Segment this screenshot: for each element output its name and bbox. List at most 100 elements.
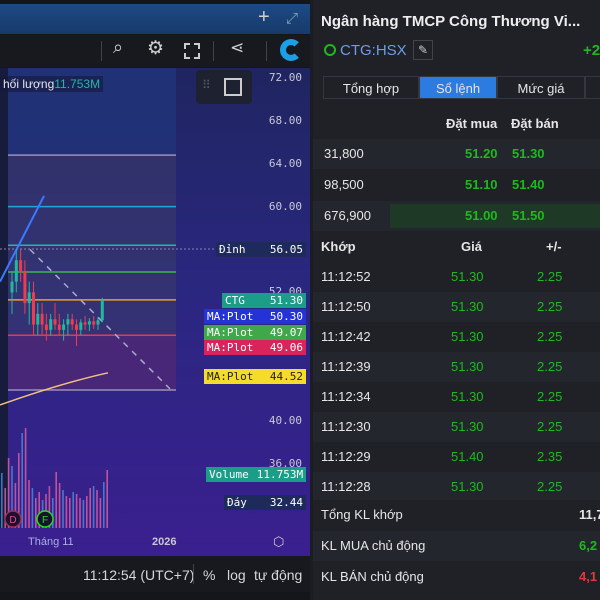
trade-row: 11:12:50 51.30 2.25 xyxy=(313,292,600,322)
price-axis-label: 64.00 xyxy=(268,156,302,170)
trade-price: 51.30 xyxy=(451,479,484,494)
volume: 676,900 xyxy=(324,208,371,223)
tag-label: MA:Plot xyxy=(207,341,254,355)
candle xyxy=(57,324,61,330)
ask-header: Đặt bán xyxy=(511,116,559,131)
summary-label: KL BÁN chủ động xyxy=(321,569,424,584)
trade-row: 11:12:39 51.30 2.25 xyxy=(313,352,600,382)
summary-row: KL MUA chủ động 6,2 xyxy=(313,531,600,561)
tab[interactable]: Sổ lệnh xyxy=(419,76,497,99)
trade-change: 2.25 xyxy=(537,389,563,404)
percent-toggle[interactable]: % xyxy=(203,567,215,583)
volume-legend: hối lượng11.753M xyxy=(0,76,104,92)
trade-row: 11:12:29 51.40 2.35 xyxy=(313,442,600,472)
tag-value: 11.753M xyxy=(256,467,304,481)
trade-price: 51.30 xyxy=(451,329,484,344)
order-book-row: 676,900 51.00 51.50 xyxy=(313,201,600,231)
trade-change: 2.25 xyxy=(537,359,563,374)
candle xyxy=(75,324,78,330)
trades-header: Khớp Giá +/- xyxy=(313,232,600,262)
summary-row: KL BÁN chủ động 4,1 xyxy=(313,562,600,592)
volume-bar xyxy=(72,492,74,528)
volume-legend-value: 11.753M xyxy=(54,77,101,91)
summary-value: 11,7 xyxy=(579,507,600,522)
company-name: Ngân hàng TMCP Công Thương Vi... xyxy=(321,13,581,30)
time-label: 2026 xyxy=(152,536,177,548)
tag-value: 56.05 xyxy=(269,242,303,256)
add-icon[interactable]: + xyxy=(258,6,270,29)
change-header: +/- xyxy=(546,239,562,254)
edit-icon[interactable]: ✎ xyxy=(413,40,433,60)
trade-row: 11:12:28 51.30 2.25 xyxy=(313,472,600,502)
left-strip xyxy=(0,68,8,528)
trade-row: 11:12:30 51.30 2.25 xyxy=(313,412,600,442)
volume-bar xyxy=(103,482,105,528)
trade-change: 2.25 xyxy=(537,479,563,494)
rectangle-tool-icon[interactable] xyxy=(224,78,242,96)
order-book-row: 98,500 51.10 51.40 xyxy=(313,170,600,200)
candle xyxy=(83,322,87,325)
volume-bar xyxy=(31,488,34,528)
summary-value: 6,2 xyxy=(579,538,598,553)
price-tag-ma4: MA:Plot 44.52 xyxy=(204,369,306,385)
fullscreen-icon[interactable] xyxy=(184,43,200,59)
trade-row: 11:12:34 51.30 2.25 xyxy=(313,382,600,412)
candle xyxy=(14,260,18,282)
volume-bar xyxy=(28,480,30,528)
log-toggle[interactable]: log xyxy=(227,567,246,583)
candle xyxy=(70,319,74,325)
auto-toggle[interactable]: tự động xyxy=(254,567,302,583)
volume-bar xyxy=(82,500,85,528)
trade-change: 2.25 xyxy=(537,269,563,284)
price-axis-label: 68.00 xyxy=(268,113,302,127)
bid-price: 51.20 xyxy=(465,146,498,161)
trade-change: 2.25 xyxy=(537,299,563,314)
trade-row: 11:12:42 51.30 2.25 xyxy=(313,322,600,352)
status-icon xyxy=(324,44,336,56)
share-icon[interactable]: ⋖ xyxy=(230,38,244,58)
candle xyxy=(40,313,44,325)
tag-value: 44.52 xyxy=(269,370,303,384)
candle xyxy=(44,324,48,330)
chart-header: + ⤢ xyxy=(0,4,310,34)
trade-price: 51.30 xyxy=(451,269,484,284)
price-tag-ma1: MA:Plot 50.30 xyxy=(204,308,306,324)
tab[interactable]: Mức giá xyxy=(497,76,585,99)
volume-legend-label: hối lượng xyxy=(3,77,55,91)
gear-icon[interactable]: ⚙ xyxy=(147,37,164,60)
volume: 31,800 xyxy=(324,146,364,161)
expand-icon[interactable]: ⤢ xyxy=(286,10,298,27)
volume-bar xyxy=(58,483,61,528)
axis-settings-icon[interactable]: ⬡ xyxy=(273,534,284,550)
tab[interactable] xyxy=(585,76,600,99)
volume-bar xyxy=(1,473,3,528)
symbol-link[interactable]: CTG:HSX xyxy=(340,42,407,59)
trade-price: 51.30 xyxy=(451,359,484,374)
trade-time: 11:12:52 xyxy=(321,269,371,284)
candle xyxy=(23,270,27,304)
bid-price: 51.00 xyxy=(465,208,498,223)
volume: 98,500 xyxy=(324,177,364,192)
clock: 11:12:54 (UTC+7) xyxy=(83,567,195,583)
price-chart[interactable]: DF hối lượng11.753M ⠿ 72.00 68.00 64.00 60.… xyxy=(0,68,310,556)
candle xyxy=(49,319,53,330)
trade-price: 51.30 xyxy=(451,299,484,314)
trade-time: 11:12:30 xyxy=(321,419,371,434)
summary-label: Tổng KL khớp xyxy=(321,507,403,522)
volume-bar xyxy=(69,498,71,528)
tab[interactable]: Tổng hợp xyxy=(323,76,419,99)
trade-time: 11:12:50 xyxy=(321,299,371,314)
volume-bar xyxy=(62,490,64,528)
quick-search-icon[interactable]: ⌕ xyxy=(113,37,123,58)
candle xyxy=(62,324,66,330)
candle xyxy=(10,281,14,293)
price-tag-dinh: Đỉnh 56.05 xyxy=(216,241,306,257)
trade-time: 11:12:39 xyxy=(321,359,371,374)
drag-handle-icon[interactable]: ⠿ xyxy=(202,78,211,92)
order-book-row: 31,800 51.20 51.30 xyxy=(313,139,600,169)
ask-price: 51.30 xyxy=(512,146,545,161)
tag-label: CTG xyxy=(225,293,245,307)
trade-price: 51.30 xyxy=(451,419,484,434)
trade-change: 2.25 xyxy=(537,329,563,344)
event-marker-label: D xyxy=(9,515,16,526)
